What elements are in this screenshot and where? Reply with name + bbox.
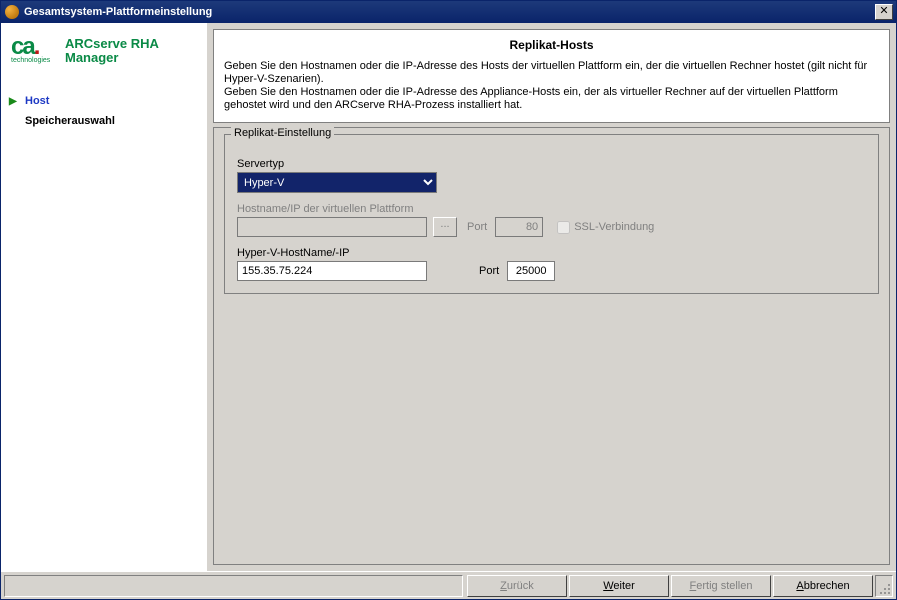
form-panel: Replikat-Einstellung Servertyp Hyper-V H… xyxy=(213,127,890,565)
description-1: Geben Sie den Hostnamen oder die IP-Adre… xyxy=(224,60,879,86)
status-bar xyxy=(4,575,463,597)
content-area: Replikat-Hosts Geben Sie den Hostnamen o… xyxy=(207,23,896,571)
next-button[interactable]: Weiter xyxy=(569,575,669,597)
titlebar: Gesamtsystem-Plattformeinstellung ✕ xyxy=(1,1,896,23)
sidebar-item-label: Host xyxy=(25,95,49,107)
sidebar-item-label: Speicherauswahl xyxy=(25,115,115,127)
grip-icon xyxy=(879,583,891,595)
group-legend: Replikat-Einstellung xyxy=(231,127,334,139)
sidebar-item-host[interactable]: ▶ Host xyxy=(7,91,201,111)
sidebar: ca. technologies ARCserve RHA Manager ▶ … xyxy=(1,23,207,571)
servertype-label: Servertyp xyxy=(237,158,866,170)
replikat-groupbox: Replikat-Einstellung Servertyp Hyper-V H… xyxy=(224,134,879,294)
product-name: ARCserve RHA Manager xyxy=(65,37,159,65)
ca-logo-text: ca xyxy=(11,33,34,60)
ssl-label: SSL-Verbindung xyxy=(574,221,654,233)
brand-block: ca. technologies ARCserve RHA Manager xyxy=(7,33,201,69)
vp-port-input xyxy=(495,217,543,237)
window-title: Gesamtsystem-Plattformeinstellung xyxy=(24,6,875,18)
cancel-button[interactable]: Abbrechen xyxy=(773,575,873,597)
vp-hostname-input xyxy=(237,217,427,237)
hv-port-label: Port xyxy=(479,265,499,277)
product-line2: Manager xyxy=(65,51,159,65)
product-line1: ARCserve RHA xyxy=(65,37,159,51)
finish-button: Fertig stellen xyxy=(671,575,771,597)
sidebar-item-storage[interactable]: Speicherauswahl xyxy=(7,111,201,131)
page-title: Replikat-Hosts xyxy=(224,38,879,52)
body: ca. technologies ARCserve RHA Manager ▶ … xyxy=(1,23,896,599)
close-button[interactable]: ✕ xyxy=(875,4,893,20)
hv-hostname-input[interactable] xyxy=(237,261,427,281)
ca-logo-sub: technologies xyxy=(11,57,57,65)
ssl-checkbox xyxy=(557,221,570,234)
vp-label: Hostname/IP der virtuellen Plattform xyxy=(237,203,866,215)
app-icon xyxy=(5,5,19,19)
triangle-icon: ▶ xyxy=(9,96,19,107)
vp-port-label: Port xyxy=(467,221,487,233)
dialog-window: Gesamtsystem-Plattformeinstellung ✕ ca. … xyxy=(0,0,897,600)
hv-label: Hyper-V-HostName/-IP xyxy=(237,247,866,259)
description-2: Geben Sie den Hostnamen oder die IP-Adre… xyxy=(224,86,879,112)
back-button: Zurück xyxy=(467,575,567,597)
hv-port-input[interactable] xyxy=(507,261,555,281)
main-row: ca. technologies ARCserve RHA Manager ▶ … xyxy=(1,23,896,571)
ca-logo: ca. technologies xyxy=(11,37,57,65)
resize-grip[interactable] xyxy=(875,575,893,597)
browse-button: ... xyxy=(433,217,457,237)
ssl-checkbox-wrap: SSL-Verbindung xyxy=(557,221,654,234)
footer: Zurück Weiter Fertig stellen Abbrechen xyxy=(1,571,896,599)
header-panel: Replikat-Hosts Geben Sie den Hostnamen o… xyxy=(213,29,890,123)
servertype-select[interactable]: Hyper-V xyxy=(237,172,437,193)
